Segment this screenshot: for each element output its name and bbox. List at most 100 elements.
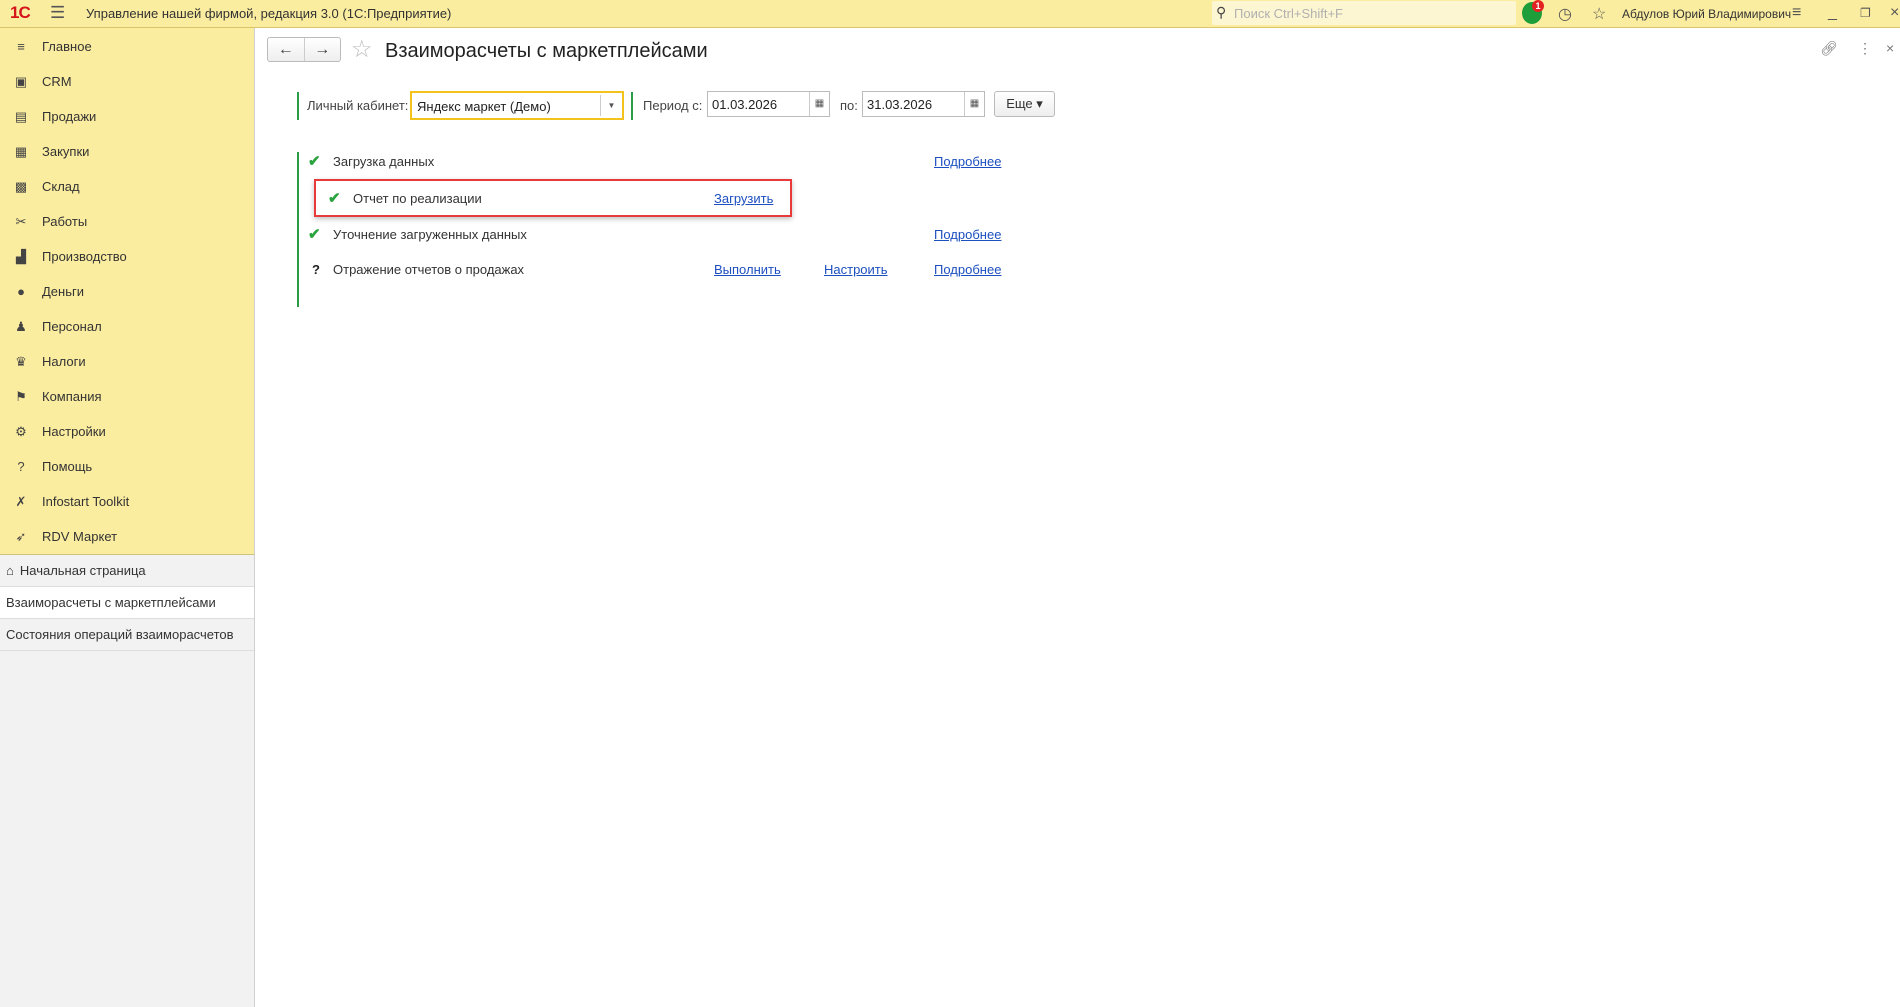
nav-buttons: ← → <box>267 37 341 62</box>
sidebar: ≡ Главное ▣ CRM ▤ Продажи ▦ Закупки ▩ Склад ✂ Работ… <box>0 28 255 1007</box>
sidebar-item-label: Настройки <box>42 424 106 439</box>
sidebar-item-label: Персонал <box>42 319 102 334</box>
chevron-down-icon[interactable]: ▼ <box>600 95 622 116</box>
step-data-load: Загрузка данных <box>333 154 435 169</box>
sidebar-item-label: Главное <box>42 39 92 54</box>
group-marker <box>631 92 633 120</box>
nav-label: Начальная страница <box>19 563 146 578</box>
date-to-field[interactable]: 31.03.2026 ▦ <box>862 91 985 117</box>
search-input[interactable]: ⚲ Поиск Ctrl+Shift+F <box>1212 1 1516 25</box>
details-link[interactable]: Подробнее <box>934 262 1001 277</box>
step-sales-report: Отчет по реализации <box>353 191 482 206</box>
sidebar-item-2[interactable]: ▤ Продажи <box>0 99 254 134</box>
app-title: Управление нашей фирмой, редакция 3.0 (1… <box>86 6 452 21</box>
forward-button[interactable]: → <box>305 38 341 61</box>
step-refine-data: Уточнение загруженных данных <box>333 227 527 242</box>
close-form-icon[interactable]: × <box>1886 40 1894 56</box>
sidebar-item-label: Закупки <box>42 144 90 159</box>
sidebar-item-label: RDV Маркет <box>42 529 118 544</box>
section-icon: ≡ <box>17 39 25 54</box>
section-icon: ▩ <box>14 178 28 194</box>
date-from-value: 01.03.2026 <box>712 97 778 112</box>
sidebar-item-8[interactable]: ♟ Персонал <box>0 309 254 344</box>
sidebar-item-10[interactable]: ⚑ Компания <box>0 379 254 414</box>
favorites-icon[interactable]: ☆ <box>1592 4 1606 24</box>
sidebar-item-label: Компания <box>42 389 102 404</box>
sidebar-item-label: Производство <box>42 249 127 264</box>
section-icon: ⚙ <box>15 423 27 439</box>
details-link[interactable]: Подробнее <box>934 154 1001 169</box>
date-to-value: 31.03.2026 <box>867 97 933 112</box>
history-icon[interactable]: ◷ <box>1558 4 1572 24</box>
close-window-icon[interactable]: × <box>1890 4 1899 22</box>
search-placeholder: Поиск Ctrl+Shift+F <box>1234 6 1343 21</box>
section-icon: ♟ <box>15 318 27 334</box>
nav-marketplace-settlements[interactable]: Взаиморасчеты с маркетплейсами <box>0 587 254 619</box>
period-label: Период с: <box>643 98 703 113</box>
section-icon: ▦ <box>14 143 28 159</box>
open-windows-list: ⌂ Начальная страница Взаиморасчеты с марк… <box>0 555 254 651</box>
cabinet-value: Яндекс маркет (Демо) <box>417 99 551 114</box>
back-button[interactable]: ← <box>268 38 305 61</box>
step-reflect-reports: Отражение отчетов о продажах <box>333 262 525 277</box>
sidebar-item-14[interactable]: ➶ RDV Маркет <box>0 519 254 554</box>
sidebar-item-1[interactable]: ▣ CRM <box>0 64 254 99</box>
section-icon: ▤ <box>14 108 28 124</box>
more-actions-icon[interactable]: ⋮ <box>1858 40 1872 57</box>
sidebar-item-6[interactable]: ▟ Производство <box>0 239 254 274</box>
run-link[interactable]: Выполнить <box>714 262 781 277</box>
details-link[interactable]: Подробнее <box>934 227 1001 242</box>
sidebar-item-label: Работы <box>42 214 88 229</box>
title-bar: 1С ☰ Управление нашей фирмой, редакция 3… <box>0 0 1900 28</box>
section-icon: ✂ <box>15 213 27 229</box>
nav-settlement-operations[interactable]: Состояния операций взаиморасчетов <box>0 619 254 651</box>
section-icon: ⚑ <box>15 388 27 404</box>
sidebar-item-label: Деньги <box>42 284 84 299</box>
calendar-icon[interactable]: ▦ <box>809 92 829 116</box>
page-title: Взаиморасчеты с маркетплейсами <box>385 40 708 62</box>
sidebar-item-3[interactable]: ▦ Закупки <box>0 134 254 169</box>
check-icon: ✔ <box>328 190 341 207</box>
sidebar-item-9[interactable]: ♛ Налоги <box>0 344 254 379</box>
nav-label: Состояния операций взаиморасчетов <box>6 627 234 642</box>
calendar-icon[interactable]: ▦ <box>964 92 984 116</box>
section-icon: ● <box>17 284 25 299</box>
1c-logo: 1С <box>10 3 31 22</box>
nav-home[interactable]: ⌂ Начальная страница <box>0 555 254 587</box>
sidebar-item-11[interactable]: ⚙ Настройки <box>0 414 254 449</box>
section-icon: ✗ <box>15 493 27 509</box>
sidebar-item-13[interactable]: ✗ Infostart Toolkit <box>0 484 254 519</box>
group-marker <box>297 92 299 120</box>
search-icon: ⚲ <box>1216 4 1227 20</box>
settings-menu-icon[interactable]: ≡ <box>1792 4 1801 22</box>
sidebar-item-label: Infostart Toolkit <box>42 494 130 509</box>
sidebar-item-7[interactable]: ● Деньги <box>0 274 254 309</box>
sidebar-item-12[interactable]: ? Помощь <box>0 449 254 484</box>
cabinet-select[interactable]: Яндекс маркет (Демо) ▼ <box>410 91 624 120</box>
sidebar-item-label: Помощь <box>42 459 93 474</box>
sidebar-item-0[interactable]: ≡ Главное <box>0 29 254 64</box>
sidebar-item-5[interactable]: ✂ Работы <box>0 204 254 239</box>
section-icon: ▟ <box>16 248 26 264</box>
nav-label: Взаиморасчеты с маркетплейсами <box>6 595 216 610</box>
more-button[interactable]: Еще ▾ <box>994 91 1055 117</box>
favorite-star-icon[interactable]: ☆ <box>351 35 373 64</box>
notification-badge: 1 <box>1532 0 1544 12</box>
configure-link[interactable]: Настроить <box>824 262 888 277</box>
user-name[interactable]: Абдулов Юрий Владимирович <box>1622 7 1791 21</box>
section-icon: ➶ <box>15 528 27 544</box>
main-menu-icon[interactable]: ☰ <box>50 3 65 23</box>
sidebar-item-label: CRM <box>42 74 72 89</box>
home-icon: ⌂ <box>6 563 14 578</box>
minimize-icon[interactable]: _ <box>1828 4 1837 22</box>
check-icon: ✔ <box>308 226 321 243</box>
check-icon: ✔ <box>308 153 321 170</box>
sidebar-item-label: Склад <box>42 179 80 194</box>
date-from-field[interactable]: 01.03.2026 ▦ <box>707 91 830 117</box>
load-link[interactable]: Загрузить <box>714 191 773 206</box>
steps-marker <box>297 152 299 307</box>
to-label: по: <box>840 98 858 113</box>
restore-icon[interactable]: ❐ <box>1860 6 1871 20</box>
link-icon[interactable]: 🔗︎ <box>1820 40 1838 57</box>
sidebar-item-4[interactable]: ▩ Склад <box>0 169 254 204</box>
